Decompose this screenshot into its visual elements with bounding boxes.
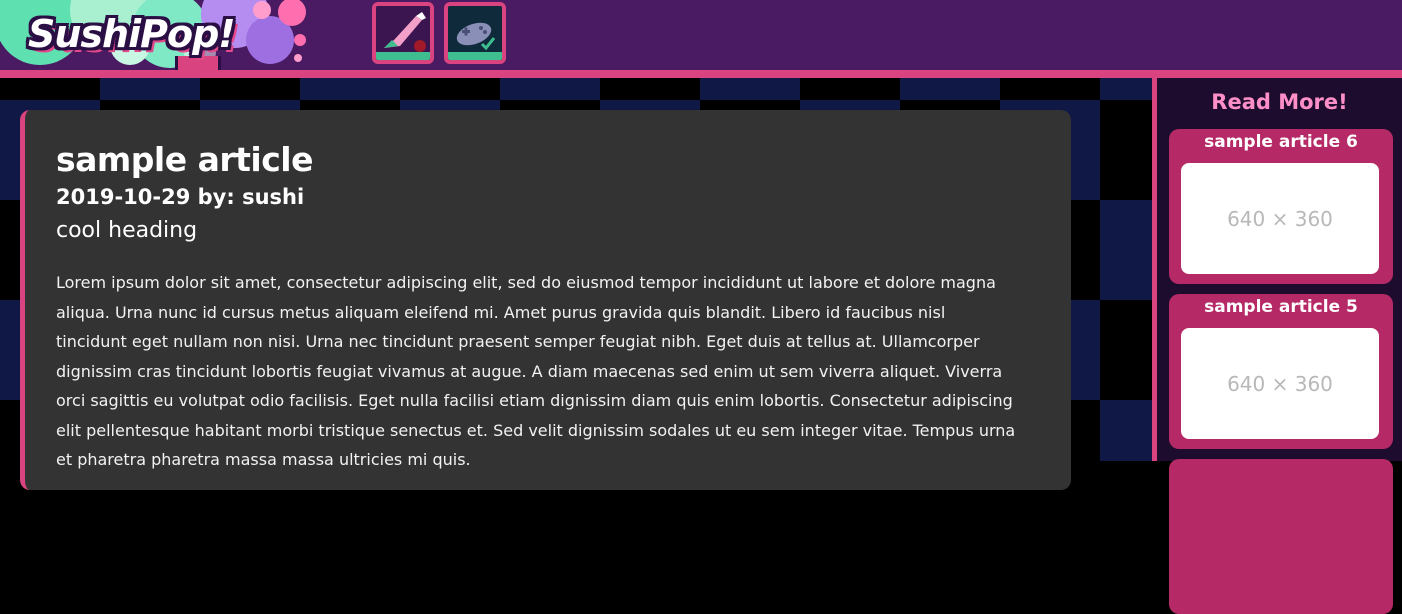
article-body: Lorem ipsum dolor sit amet, consectetur … — [56, 273, 1016, 469]
logo[interactable]: SushiPop! — [0, 0, 310, 70]
article-heading: cool heading — [56, 218, 198, 243]
article-meta: 2019-10-29 by: sushi — [56, 185, 305, 209]
related-article-thumbnail[interactable]: 640 × 360 — [1181, 328, 1379, 439]
related-article-card[interactable]: sample article 6 640 × 360 — [1169, 129, 1393, 284]
nav-icon-base — [448, 52, 502, 60]
related-article-title[interactable]: sample article 5 — [1169, 297, 1393, 317]
related-article-card[interactable]: sample article 5 640 × 360 — [1169, 294, 1393, 449]
logo-text: SushiPop! — [28, 12, 236, 56]
nav-icon-base — [376, 52, 430, 60]
thumbnail-placeholder-text: 640 × 360 — [1227, 206, 1333, 231]
site-header: SushiPop! — [0, 0, 1402, 70]
sidebar-title: Read More! — [1211, 90, 1348, 114]
related-article-title[interactable]: sample article 6 — [1169, 132, 1393, 152]
thumbnail-placeholder-text: 640 × 360 — [1227, 371, 1333, 396]
article-title: sample article — [56, 140, 313, 179]
nav-art-button[interactable] — [372, 2, 434, 64]
related-article-card[interactable] — [1169, 459, 1393, 614]
article-card: sample article 2019-10-29 by: sushi cool… — [20, 110, 1071, 490]
logo-tab — [175, 56, 221, 70]
header-divider — [0, 70, 1402, 78]
related-article-thumbnail[interactable]: 640 × 360 — [1181, 163, 1379, 274]
nav-games-button[interactable] — [444, 2, 506, 64]
read-more-sidebar: Read More! sample article 6 640 × 360 sa… — [1152, 78, 1402, 614]
